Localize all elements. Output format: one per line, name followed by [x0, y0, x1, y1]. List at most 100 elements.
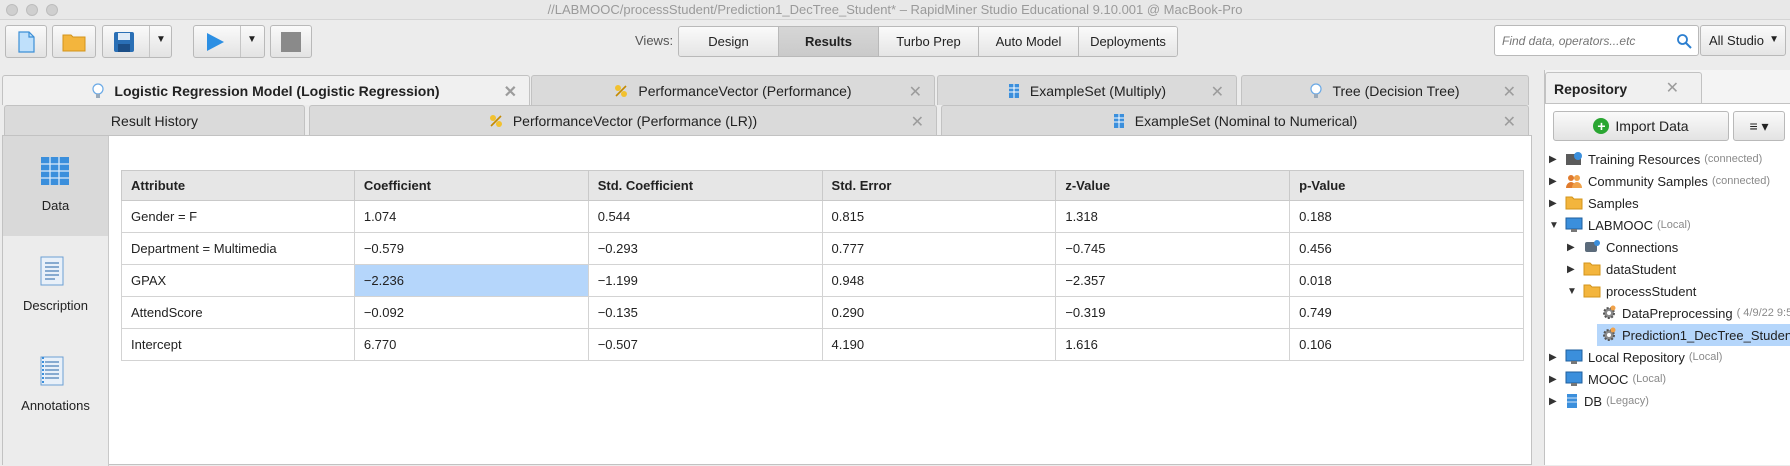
tab-decision-tree[interactable]: Tree (Decision Tree) ✕: [1241, 75, 1529, 105]
repository-menu-button[interactable]: ≡ ▾: [1733, 111, 1785, 141]
expand-arrow-icon[interactable]: ▶: [1549, 352, 1561, 363]
table-cell[interactable]: 0.018: [1289, 264, 1524, 297]
nav-description-label: Description: [22, 298, 89, 313]
repo-item-datapreprocessing[interactable]: DataPreprocessing ( 4/9/22 9:53: [1597, 302, 1790, 324]
table-cell[interactable]: 0.777: [821, 232, 1057, 265]
column-header-p-value[interactable]: p-Value: [1289, 170, 1524, 201]
tab-result-history[interactable]: Result History: [4, 105, 305, 135]
table-cell[interactable]: 1.074: [353, 200, 589, 233]
column-header-std-error[interactable]: Std. Error: [821, 170, 1057, 201]
run-process-button[interactable]: ▼: [193, 25, 265, 58]
close-icon[interactable]: ✕: [1666, 78, 1679, 98]
table-cell[interactable]: −0.319: [1055, 296, 1291, 329]
selected-table-cell[interactable]: −2.236: [353, 264, 589, 297]
repo-item-local-repository[interactable]: ▶ Local Repository (Local): [1549, 346, 1722, 368]
table-cell[interactable]: 0.749: [1289, 296, 1524, 329]
table-cell[interactable]: 0.188: [1289, 200, 1524, 233]
search-icon[interactable]: [1676, 33, 1692, 49]
table-cell[interactable]: Gender = F: [121, 200, 355, 233]
result-view-nav: Data Description Annotations: [3, 136, 109, 466]
repo-item-processstudent[interactable]: ▼ processStudent: [1567, 280, 1696, 302]
column-header-coefficient[interactable]: Coefficient: [353, 170, 589, 201]
view-turbo-prep-button[interactable]: Turbo Prep: [879, 27, 979, 56]
tab-exampleset-nominal-to-numerical[interactable]: ExampleSet (Nominal to Numerical) ✕: [941, 105, 1529, 135]
expand-arrow-icon[interactable]: ▶: [1567, 264, 1579, 275]
repo-item-labmooc[interactable]: ▼ LABMOOC (Local): [1549, 214, 1691, 236]
repo-item-meta: (Legacy): [1606, 395, 1649, 407]
repo-item-samples[interactable]: ▶ Samples: [1549, 192, 1639, 214]
repo-item-db[interactable]: ▶ DB (Legacy): [1549, 390, 1649, 412]
table-cell[interactable]: 0.948: [821, 264, 1057, 297]
expand-arrow-icon[interactable]: ▶: [1549, 396, 1561, 407]
table-cell[interactable]: −0.092: [353, 296, 589, 329]
tab-exampleset-multiply[interactable]: ExampleSet (Multiply) ✕: [937, 75, 1237, 105]
table-cell[interactable]: −0.745: [1055, 232, 1291, 265]
close-icon[interactable]: ✕: [1211, 82, 1224, 102]
expand-arrow-icon[interactable]: ▶: [1567, 242, 1579, 253]
repo-item-datastudent[interactable]: ▶ dataStudent: [1567, 258, 1676, 280]
table-cell[interactable]: 1.318: [1055, 200, 1291, 233]
column-header-z-value[interactable]: z-Value: [1055, 170, 1291, 201]
table-cell[interactable]: 0.106: [1289, 328, 1524, 361]
column-header-attribute[interactable]: Attribute: [121, 170, 355, 201]
close-icon[interactable]: ✕: [909, 82, 922, 102]
repo-item-prediction1-dectree-student[interactable]: Prediction1_DecTree_Student: [1597, 324, 1790, 346]
table-cell[interactable]: Department = Multimedia: [121, 232, 355, 265]
repo-item-training-resources[interactable]: ▶ Training Resources (connected): [1549, 148, 1762, 170]
view-auto-model-button[interactable]: Auto Model: [979, 27, 1079, 56]
nav-description[interactable]: Description: [3, 236, 108, 336]
save-process-button[interactable]: ▼: [102, 25, 172, 58]
collapse-arrow-icon[interactable]: ▼: [1567, 286, 1579, 297]
nav-annotations[interactable]: Annotations: [3, 336, 108, 436]
collapse-arrow-icon[interactable]: ▼: [1549, 220, 1561, 231]
search-input[interactable]: [1500, 32, 1670, 50]
close-icon[interactable]: ✕: [911, 112, 924, 132]
search-scope-select[interactable]: All Studio ▼: [1700, 25, 1786, 56]
tab-repository[interactable]: Repository ✕: [1545, 72, 1702, 103]
repo-item-meta: (connected): [1704, 153, 1763, 165]
close-icon[interactable]: ✕: [504, 82, 517, 102]
close-icon[interactable]: ✕: [1503, 112, 1516, 132]
table-cell[interactable]: −0.135: [587, 296, 823, 329]
new-process-button[interactable]: [5, 25, 47, 58]
table-cell[interactable]: 1.616: [1055, 328, 1291, 361]
table-cell[interactable]: 6.770: [353, 328, 589, 361]
close-icon[interactable]: ✕: [1503, 82, 1516, 102]
table-cell[interactable]: −0.579: [353, 232, 589, 265]
table-cell[interactable]: 4.190: [821, 328, 1057, 361]
column-header-std-coefficient[interactable]: Std. Coefficient: [587, 170, 823, 201]
expand-arrow-icon[interactable]: ▶: [1549, 176, 1561, 187]
table-cell[interactable]: 0.456: [1289, 232, 1524, 265]
tab-performance-vector-lr[interactable]: PerformanceVector (Performance (LR)) ✕: [309, 105, 937, 135]
stop-process-button[interactable]: [270, 25, 312, 58]
table-cell[interactable]: GPAX: [121, 264, 355, 297]
table-cell[interactable]: −0.507: [587, 328, 823, 361]
table-cell[interactable]: −2.357: [1055, 264, 1291, 297]
tab-performance-vector[interactable]: PerformanceVector (Performance) ✕: [531, 75, 935, 105]
view-deployments-button[interactable]: Deployments: [1079, 27, 1177, 56]
chevron-down-icon[interactable]: ▼: [156, 34, 166, 45]
tab-logistic-regression-model[interactable]: Logistic Regression Model (Logistic Regr…: [2, 75, 530, 105]
table-cell[interactable]: 0.290: [821, 296, 1057, 329]
expand-arrow-icon[interactable]: ▶: [1549, 154, 1561, 165]
search-scope-label: All Studio: [1709, 33, 1764, 48]
table-cell[interactable]: 0.815: [821, 200, 1057, 233]
table-cell[interactable]: −1.199: [587, 264, 823, 297]
nav-data[interactable]: Data: [3, 136, 108, 236]
description-icon: [40, 256, 64, 286]
import-data-button[interactable]: + Import Data: [1553, 111, 1729, 141]
view-design-button[interactable]: Design: [679, 27, 779, 56]
table-cell[interactable]: Intercept: [121, 328, 355, 361]
table-cell[interactable]: −0.293: [587, 232, 823, 265]
chevron-down-icon[interactable]: ▼: [247, 34, 257, 45]
bulb-icon: [92, 82, 105, 99]
repo-item-connections[interactable]: ▶ Connections: [1567, 236, 1678, 258]
repo-item-mooc[interactable]: ▶ MOOC (Local): [1549, 368, 1666, 390]
table-cell[interactable]: AttendScore: [121, 296, 355, 329]
table-cell[interactable]: 0.544: [587, 200, 823, 233]
expand-arrow-icon[interactable]: ▶: [1549, 198, 1561, 209]
repo-item-community-samples[interactable]: ▶ Community Samples (connected): [1549, 170, 1770, 192]
open-process-button[interactable]: [52, 25, 96, 58]
expand-arrow-icon[interactable]: ▶: [1549, 374, 1561, 385]
view-results-button[interactable]: Results: [779, 27, 879, 56]
